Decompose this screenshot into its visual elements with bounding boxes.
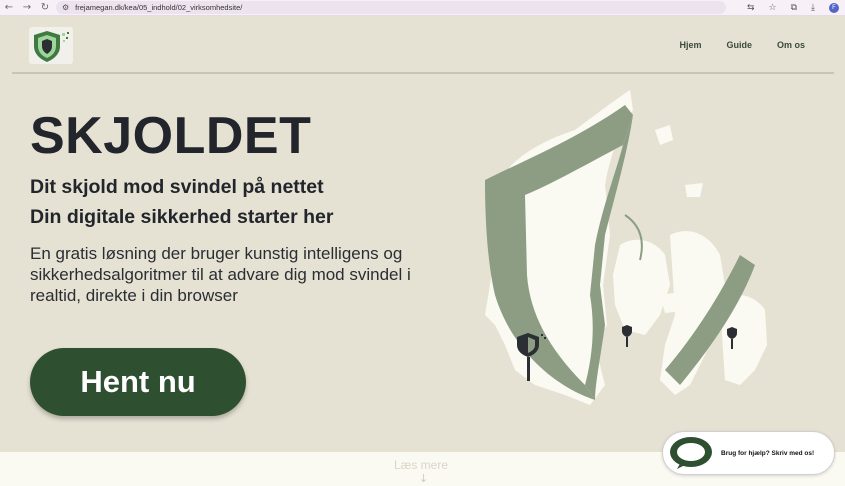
url-text[interactable]: frejamegan.dk/kea/05_indhold/02_virksomh… <box>75 3 242 12</box>
reload-icon[interactable]: ↻ <box>36 0 54 16</box>
shield-logo-icon <box>34 31 69 62</box>
header-divider <box>12 72 834 74</box>
download-button[interactable]: Hent nu <box>30 348 246 416</box>
download-icon[interactable]: ⤓ <box>811 3 815 13</box>
profile-avatar[interactable]: F <box>829 3 839 13</box>
chat-label: Brug for hjælp? Skriv med os! <box>721 449 815 457</box>
arrow-down-icon[interactable]: ↓ <box>419 472 428 485</box>
forward-icon[interactable]: → <box>18 0 36 16</box>
site-logo[interactable] <box>29 27 73 64</box>
browser-toolbar: ← → ↻ ⚙ frejamegan.dk/kea/05_indhold/02_… <box>0 0 845 16</box>
island-3 <box>685 183 703 197</box>
address-bar[interactable]: ⚙ frejamegan.dk/kea/05_indhold/02_virkso… <box>56 1 726 14</box>
extensions-icon[interactable]: ⧉ <box>791 3 797 13</box>
hero-subtitle-1: Dit skjold mod svindel på nettet <box>30 176 324 198</box>
read-more-link[interactable]: Læs mere <box>394 458 448 472</box>
hero-description: En gratis løsning der bruger kunstig int… <box>30 244 411 305</box>
denmark-shield-map <box>485 90 767 405</box>
back-icon[interactable]: ← <box>0 0 18 16</box>
bookmark-star-icon[interactable]: ☆ <box>769 3 777 13</box>
site-settings-icon[interactable]: ⚙ <box>62 3 69 12</box>
nav-link-hjem[interactable]: Hjem <box>679 40 701 50</box>
hero-title: SKJOLDET <box>30 107 312 165</box>
hero-subtitle-2: Din digitale sikkerhed starter her <box>30 206 334 228</box>
translate-icon[interactable]: ⇆ <box>747 3 755 13</box>
island-1 <box>655 125 673 145</box>
nav-link-om-os[interactable]: Om os <box>777 40 805 50</box>
nav-link-guide[interactable]: Guide <box>726 40 752 50</box>
main-nav: Hjem Guide Om os <box>679 40 805 50</box>
map-pin-middle <box>622 325 632 347</box>
chat-widget[interactable]: Brug for hjælp? Skriv med os! <box>662 431 835 475</box>
chat-bubble-icon <box>670 437 712 469</box>
